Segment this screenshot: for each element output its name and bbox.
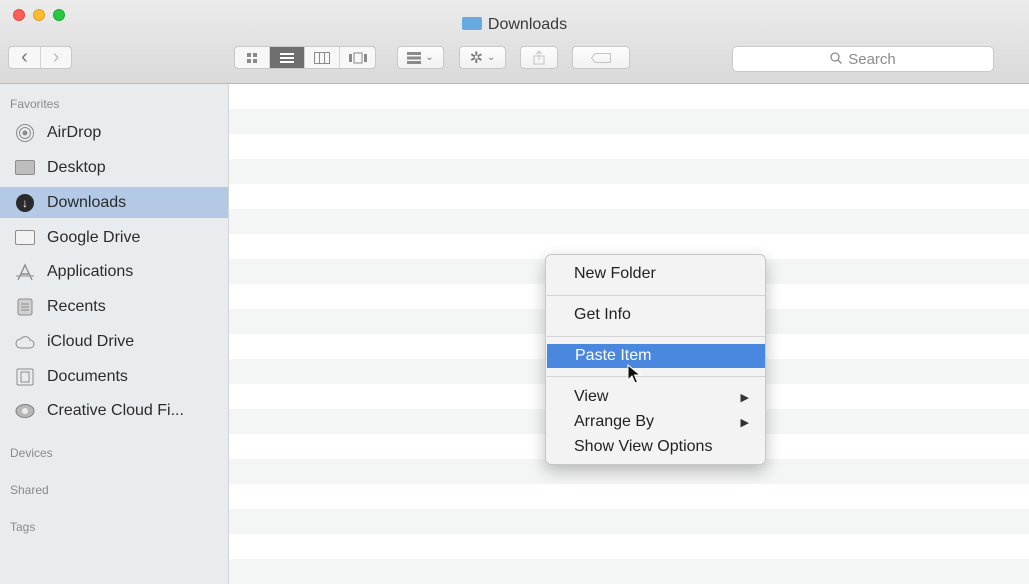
context-menu: New Folder Get Info Paste Item View ▶ Ar… <box>545 254 766 465</box>
submenu-arrow-icon: ▶ <box>740 391 749 404</box>
chevron-right-icon: › <box>52 46 60 68</box>
menu-item-label: Paste Item <box>575 347 652 364</box>
action-menu-button[interactable]: ✲ ⌄ <box>459 46 506 69</box>
menu-item-paste-item[interactable]: Paste Item <box>547 344 765 368</box>
sidebar-item-label: Desktop <box>47 158 106 176</box>
sidebar-item-downloads[interactable]: ↓ Downloads <box>0 187 228 218</box>
tag-icon <box>591 52 611 63</box>
search-field[interactable]: Search <box>732 46 994 72</box>
sidebar-item-label: AirDrop <box>47 123 102 141</box>
window-title: Downloads <box>0 16 1029 34</box>
menu-item-label: View <box>574 388 609 405</box>
group-by-icon <box>407 51 422 64</box>
back-button[interactable]: ‹ <box>9 47 41 68</box>
menu-item-label: Arrange By <box>574 413 655 430</box>
navigation-buttons: ‹ › <box>8 46 72 69</box>
sidebar: Favorites AirDrop Desktop ↓ Downloads Go… <box>0 84 229 584</box>
menu-item-label: Show View Options <box>574 438 713 455</box>
column-view-icon <box>314 51 330 64</box>
sidebar-item-label: Documents <box>47 367 128 385</box>
chevron-down-icon: ⌄ <box>425 52 434 63</box>
group-by-button[interactable]: ⌄ <box>397 46 444 69</box>
close-window-button[interactable] <box>13 9 25 21</box>
cloud-icon <box>15 333 35 351</box>
shared-heading[interactable]: Shared <box>10 483 49 497</box>
sidebar-item-label: Google Drive <box>47 228 141 246</box>
menu-item-label: New Folder <box>574 265 656 282</box>
sidebar-item-label: Recents <box>47 297 106 315</box>
list-view-icon <box>280 52 294 63</box>
menu-item-arrange-by[interactable]: Arrange By ▶ <box>546 410 765 434</box>
minimize-window-button[interactable] <box>33 9 45 21</box>
sidebar-item-google-drive[interactable]: Google Drive <box>0 222 228 253</box>
creative-cloud-icon <box>15 402 35 420</box>
sidebar-item-creative-cloud[interactable]: Creative Cloud Fi... <box>0 395 228 426</box>
list-view-button[interactable] <box>270 47 305 68</box>
applications-icon <box>15 262 35 281</box>
zoom-window-button[interactable] <box>53 9 65 21</box>
share-button[interactable] <box>520 46 558 69</box>
tags-heading[interactable]: Tags <box>10 520 35 534</box>
menu-separator <box>547 376 765 377</box>
airdrop-icon <box>15 123 35 142</box>
menu-item-label: Get Info <box>574 306 631 323</box>
sidebar-item-desktop[interactable]: Desktop <box>0 152 228 183</box>
chevron-down-icon: ⌄ <box>487 52 496 63</box>
sidebar-item-label: Creative Cloud Fi... <box>47 401 184 419</box>
window-title-text: Downloads <box>487 16 568 33</box>
share-icon <box>533 50 545 65</box>
sidebar-item-applications[interactable]: Applications <box>0 256 228 287</box>
edit-tags-button[interactable] <box>572 46 630 69</box>
submenu-arrow-icon: ▶ <box>740 416 749 429</box>
sidebar-item-label: iCloud Drive <box>47 332 135 350</box>
sidebar-item-label: Applications <box>47 262 134 280</box>
sidebar-item-recents[interactable]: Recents <box>0 291 228 322</box>
gallery-view-icon <box>348 52 367 63</box>
forward-button[interactable]: › <box>41 47 71 68</box>
menu-item-new-folder[interactable]: New Folder <box>546 262 765 286</box>
menu-separator <box>547 295 765 296</box>
folder-icon <box>15 229 35 247</box>
sidebar-item-icloud-drive[interactable]: iCloud Drive <box>0 326 228 357</box>
downloads-icon: ↓ <box>15 193 35 212</box>
sidebar-item-airdrop[interactable]: AirDrop <box>0 117 228 148</box>
window-toolbar: Downloads ‹ › ⌄ ✲ ⌄ Search <box>0 0 1029 84</box>
sidebar-item-documents[interactable]: Documents <box>0 361 228 392</box>
menu-item-get-info[interactable]: Get Info <box>546 303 765 327</box>
gear-icon: ✲ <box>469 49 483 67</box>
menu-item-view[interactable]: View ▶ <box>546 385 765 409</box>
favorites-heading: Favorites <box>10 97 60 111</box>
search-icon <box>830 51 843 67</box>
icon-view-button[interactable] <box>235 47 270 68</box>
devices-heading[interactable]: Devices <box>10 446 53 460</box>
chevron-left-icon: ‹ <box>21 46 28 68</box>
menu-separator <box>547 336 765 337</box>
gallery-view-button[interactable] <box>340 47 375 68</box>
view-mode-control <box>234 46 376 69</box>
column-view-button[interactable] <box>305 47 340 68</box>
folder-icon <box>461 17 482 30</box>
sidebar-item-label: Downloads <box>47 193 127 211</box>
menu-item-show-view-options[interactable]: Show View Options <box>546 435 765 459</box>
desktop-icon <box>15 159 35 177</box>
documents-icon <box>15 368 35 386</box>
recents-icon <box>15 298 35 316</box>
icon-view-icon <box>247 52 257 63</box>
search-placeholder: Search <box>848 50 896 68</box>
